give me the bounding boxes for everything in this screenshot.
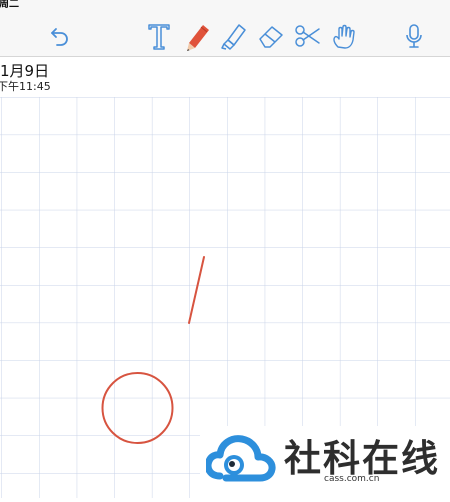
eraser-tool-button[interactable] [255,20,287,52]
marker-tool-button[interactable] [217,20,249,52]
scissors-tool-button[interactable] [291,20,323,52]
hand-tool-button[interactable] [328,20,360,52]
note-time: 下午11:45 [0,80,51,93]
watermark: 社科在线 cass.com.cn [200,426,450,498]
watermark-domain: cass.com.cn [324,474,380,484]
marker-icon [221,24,246,50]
text-icon [148,24,170,50]
status-bar: 周二 [0,0,450,14]
pen-icon [187,25,209,51]
voice-button[interactable] [398,20,430,52]
toolbar [0,14,450,57]
note-header: 1月9日 下午11:45 [0,57,450,97]
pen-tool-button[interactable] [180,20,212,52]
text-tool-button[interactable] [143,20,175,52]
hand-icon [333,24,355,49]
note-date: 1月9日 [0,62,50,80]
scissors-icon [295,25,320,47]
microphone-icon [406,24,422,48]
eraser-icon [259,26,283,48]
status-weekday: 周二 [0,0,19,10]
undo-button[interactable] [44,20,76,52]
undo-icon [51,28,68,46]
cloud-logo-icon [206,435,276,482]
